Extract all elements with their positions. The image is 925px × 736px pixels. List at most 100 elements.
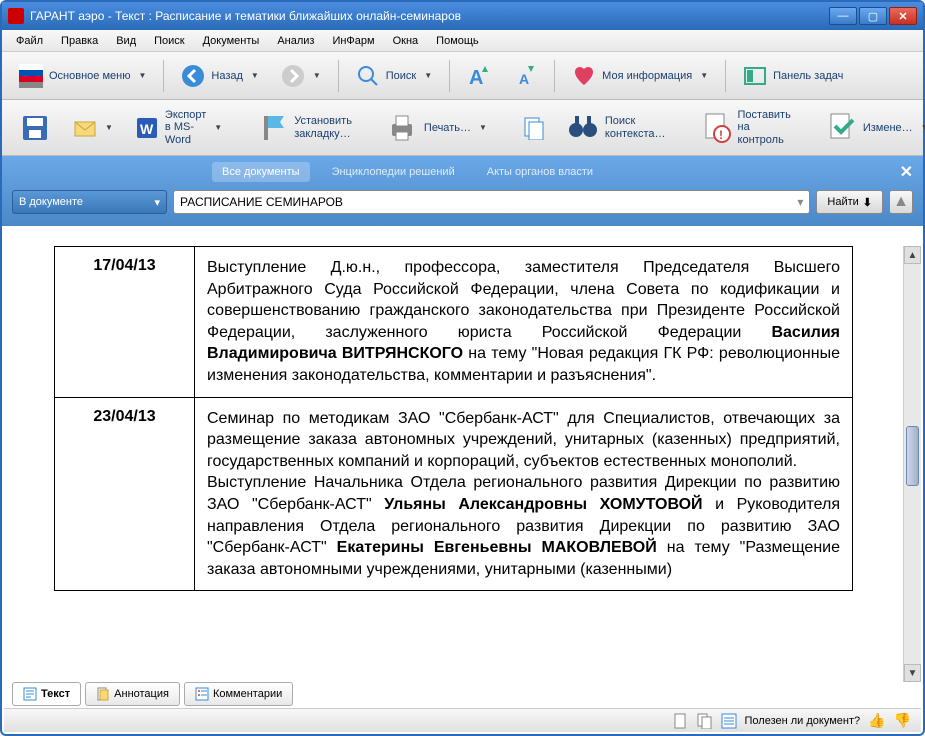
menubar: Файл Правка Вид Поиск Документы Анализ И… bbox=[2, 30, 923, 52]
chevron-down-icon: ▼ bbox=[700, 71, 708, 80]
printer-icon bbox=[386, 112, 418, 144]
menu-file[interactable]: Файл bbox=[8, 32, 51, 50]
check-document-icon bbox=[825, 112, 857, 144]
back-icon bbox=[181, 64, 205, 88]
forward-icon bbox=[281, 64, 305, 88]
svg-text:W: W bbox=[140, 121, 154, 137]
bookmark-button[interactable]: Установить закладку… bbox=[247, 107, 361, 149]
tab-annotation[interactable]: Аннотация bbox=[85, 682, 180, 706]
find-button[interactable]: Найти ⬇ bbox=[816, 190, 883, 214]
save-button[interactable] bbox=[10, 107, 60, 149]
scroll-up-button[interactable]: ▲ bbox=[904, 246, 921, 264]
schedule-date: 17/04/13 bbox=[55, 247, 195, 398]
filter-tabs: Все документы Энциклопедии решений Акты … bbox=[12, 162, 913, 182]
schedule-table: 17/04/13Выступление Д.ю.н., профессора, … bbox=[54, 246, 853, 591]
context-search-button[interactable]: Поиск контекста… bbox=[558, 107, 675, 149]
my-info-button[interactable]: Моя информация ▼ bbox=[563, 59, 717, 93]
menu-help[interactable]: Помощь bbox=[428, 32, 487, 50]
back-button[interactable]: Назад ▼ bbox=[172, 59, 267, 93]
font-down-icon: A bbox=[513, 64, 537, 88]
window-title: ГАРАНТ аэро - Текст : Расписание и темат… bbox=[30, 9, 829, 23]
thumbs-down-button[interactable]: 👎 bbox=[894, 712, 911, 729]
tab-acts[interactable]: Акты органов власти bbox=[477, 162, 603, 182]
font-increase-button[interactable]: A bbox=[458, 59, 500, 93]
chevron-down-icon: ▼ bbox=[424, 71, 432, 80]
task-panel-button[interactable]: Панель задач bbox=[734, 59, 852, 93]
window-controls: — ▢ ✕ bbox=[829, 7, 917, 25]
control-button[interactable]: ! Поставить на контроль bbox=[691, 104, 800, 150]
chevron-down-icon: ▼ bbox=[214, 123, 222, 132]
menu-documents[interactable]: Документы bbox=[195, 32, 268, 50]
svg-text:A: A bbox=[519, 71, 529, 87]
heart-icon bbox=[572, 64, 596, 88]
separator bbox=[554, 60, 555, 92]
close-button[interactable]: ✕ bbox=[889, 7, 917, 25]
forward-button[interactable]: ▼ bbox=[272, 59, 330, 93]
copy-icon[interactable] bbox=[697, 713, 713, 729]
print-button[interactable]: Печать… ▼ bbox=[377, 107, 496, 149]
tab-text[interactable]: Текст bbox=[12, 682, 81, 706]
separator bbox=[338, 60, 339, 92]
clipboard-icon bbox=[521, 116, 545, 140]
schedule-description: Выступление Д.ю.н., профессора, заместит… bbox=[195, 247, 853, 398]
main-menu-button[interactable]: Основное меню ▼ bbox=[10, 59, 155, 93]
binoculars-icon bbox=[567, 112, 599, 144]
copy-button[interactable] bbox=[512, 111, 554, 145]
search-row: В документе ▾ РАСПИСАНИЕ СЕМИНАРОВ ▾ Най… bbox=[12, 190, 913, 214]
toolbar-primary: Основное меню ▼ Назад ▼ ▼ Поиск ▼ A A Мо… bbox=[2, 52, 923, 100]
tab-encyclopedia[interactable]: Энциклопедии решений bbox=[322, 162, 465, 182]
panel-icon bbox=[743, 64, 767, 88]
menu-inform[interactable]: ИнФарм bbox=[324, 32, 382, 50]
chevron-down-icon: ▼ bbox=[105, 123, 113, 132]
export-word-button[interactable]: W Экспорт в MS-Word ▼ bbox=[126, 104, 231, 150]
font-decrease-button[interactable]: A bbox=[504, 59, 546, 93]
document-content: 17/04/13Выступление Д.ю.н., профессора, … bbox=[4, 246, 903, 682]
vertical-scrollbar[interactable]: ▲ ▼ bbox=[903, 246, 921, 682]
thumbs-up-button[interactable]: 👍 bbox=[868, 712, 885, 729]
menu-analysis[interactable]: Анализ bbox=[269, 32, 322, 50]
bottom-tabs: Текст Аннотация Комментарии bbox=[12, 682, 293, 706]
chevron-down-icon: ▼ bbox=[138, 71, 146, 80]
statusbar: Полезен ли документ? 👍 👎 bbox=[4, 708, 921, 732]
flag-icon bbox=[19, 64, 43, 88]
font-up-icon: A bbox=[467, 64, 491, 88]
status-useful-label: Полезен ли документ? bbox=[745, 715, 861, 727]
scope-select[interactable]: В документе ▾ bbox=[12, 190, 167, 214]
chevron-down-icon: ▼ bbox=[251, 71, 259, 80]
menu-view[interactable]: Вид bbox=[108, 32, 144, 50]
changes-button[interactable]: Измене… ▼ bbox=[816, 107, 925, 149]
close-filter-icon[interactable]: ✕ bbox=[900, 162, 913, 182]
tab-comments[interactable]: Комментарии bbox=[184, 682, 293, 706]
filter-bar: ✕ Все документы Энциклопедии решений Акт… bbox=[2, 156, 923, 226]
list-icon[interactable] bbox=[721, 713, 737, 729]
maximize-button[interactable]: ▢ bbox=[859, 7, 887, 25]
toolbar-secondary: ▼ W Экспорт в MS-Word ▼ Установить закла… bbox=[2, 100, 923, 156]
envelope-icon bbox=[73, 116, 97, 140]
svg-text:!: ! bbox=[719, 128, 723, 142]
svg-text:A: A bbox=[469, 67, 483, 88]
titlebar: ГАРАНТ аэро - Текст : Расписание и темат… bbox=[2, 2, 923, 30]
search-button[interactable]: Поиск ▼ bbox=[347, 59, 441, 93]
arrow-down-icon: ⬇ bbox=[863, 196, 872, 209]
word-icon: W bbox=[135, 116, 159, 140]
chevron-down-icon: ▼ bbox=[479, 123, 487, 132]
chevron-down-icon: ▼ bbox=[313, 71, 321, 80]
document-alert-icon: ! bbox=[700, 112, 732, 144]
separator bbox=[449, 60, 450, 92]
separator bbox=[163, 60, 164, 92]
table-row: 17/04/13Выступление Д.ю.н., профессора, … bbox=[55, 247, 853, 398]
scroll-thumb[interactable] bbox=[906, 426, 919, 486]
tab-all-docs[interactable]: Все документы bbox=[212, 162, 310, 182]
menu-edit[interactable]: Правка bbox=[53, 32, 106, 50]
minimize-button[interactable]: — bbox=[829, 7, 857, 25]
document-icon[interactable] bbox=[673, 713, 689, 729]
search-input[interactable]: РАСПИСАНИЕ СЕМИНАРОВ ▾ bbox=[173, 190, 810, 214]
chevron-down-icon: ▾ bbox=[797, 195, 803, 209]
magnifier-icon bbox=[356, 64, 380, 88]
bookmark-flag-icon bbox=[256, 112, 288, 144]
mail-button[interactable]: ▼ bbox=[64, 111, 122, 145]
menu-windows[interactable]: Окна bbox=[385, 32, 427, 50]
scroll-down-button[interactable]: ▼ bbox=[904, 664, 921, 682]
menu-search[interactable]: Поиск bbox=[146, 32, 192, 50]
find-prev-button[interactable]: ▲ bbox=[889, 190, 913, 214]
